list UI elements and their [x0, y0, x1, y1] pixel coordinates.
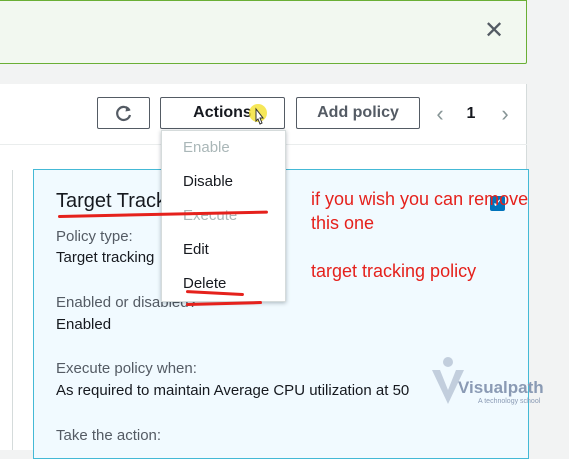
- menu-item-execute: Execute: [183, 207, 238, 224]
- enabled-value: Enabled: [56, 316, 112, 333]
- menu-item-enable: Enable: [183, 139, 230, 156]
- menu-item-edit[interactable]: Edit: [183, 241, 209, 258]
- watermark-brand: Visualpath: [458, 378, 544, 397]
- refresh-button[interactable]: [97, 97, 150, 129]
- actions-button-label: Actions: [193, 104, 252, 121]
- execute-policy-label: Execute policy when:: [56, 360, 197, 377]
- mouse-cursor-icon: [249, 104, 267, 125]
- refresh-icon: [115, 105, 131, 121]
- pager-prev-icon[interactable]: ‹: [430, 100, 450, 128]
- execute-policy-value: As required to maintain Average CPU util…: [56, 382, 410, 399]
- take-action-label: Take the action:: [56, 427, 162, 444]
- policy-type-value: Target tracking: [56, 249, 155, 266]
- flash-banner: [0, 0, 527, 64]
- add-policy-button[interactable]: Add policy: [296, 97, 420, 129]
- policy-title: Target Track: [56, 190, 167, 212]
- watermark-tagline: A technology school: [478, 398, 541, 405]
- pager-current-page[interactable]: 1: [459, 100, 483, 128]
- close-icon[interactable]: ✕: [481, 18, 507, 44]
- previous-policy-card: [0, 170, 13, 450]
- annotation-text-line2: this one: [311, 213, 375, 233]
- annotation-text-line1: if you wish you can remove: [311, 189, 529, 209]
- section-gap: [0, 64, 569, 84]
- pager-next-icon[interactable]: ›: [495, 100, 515, 128]
- annotation-text-line3: target tracking policy: [311, 261, 477, 281]
- policy-type-label: Policy type:: [56, 228, 133, 245]
- menu-item-disable[interactable]: Disable: [183, 173, 233, 190]
- add-policy-button-label: Add policy: [317, 104, 399, 121]
